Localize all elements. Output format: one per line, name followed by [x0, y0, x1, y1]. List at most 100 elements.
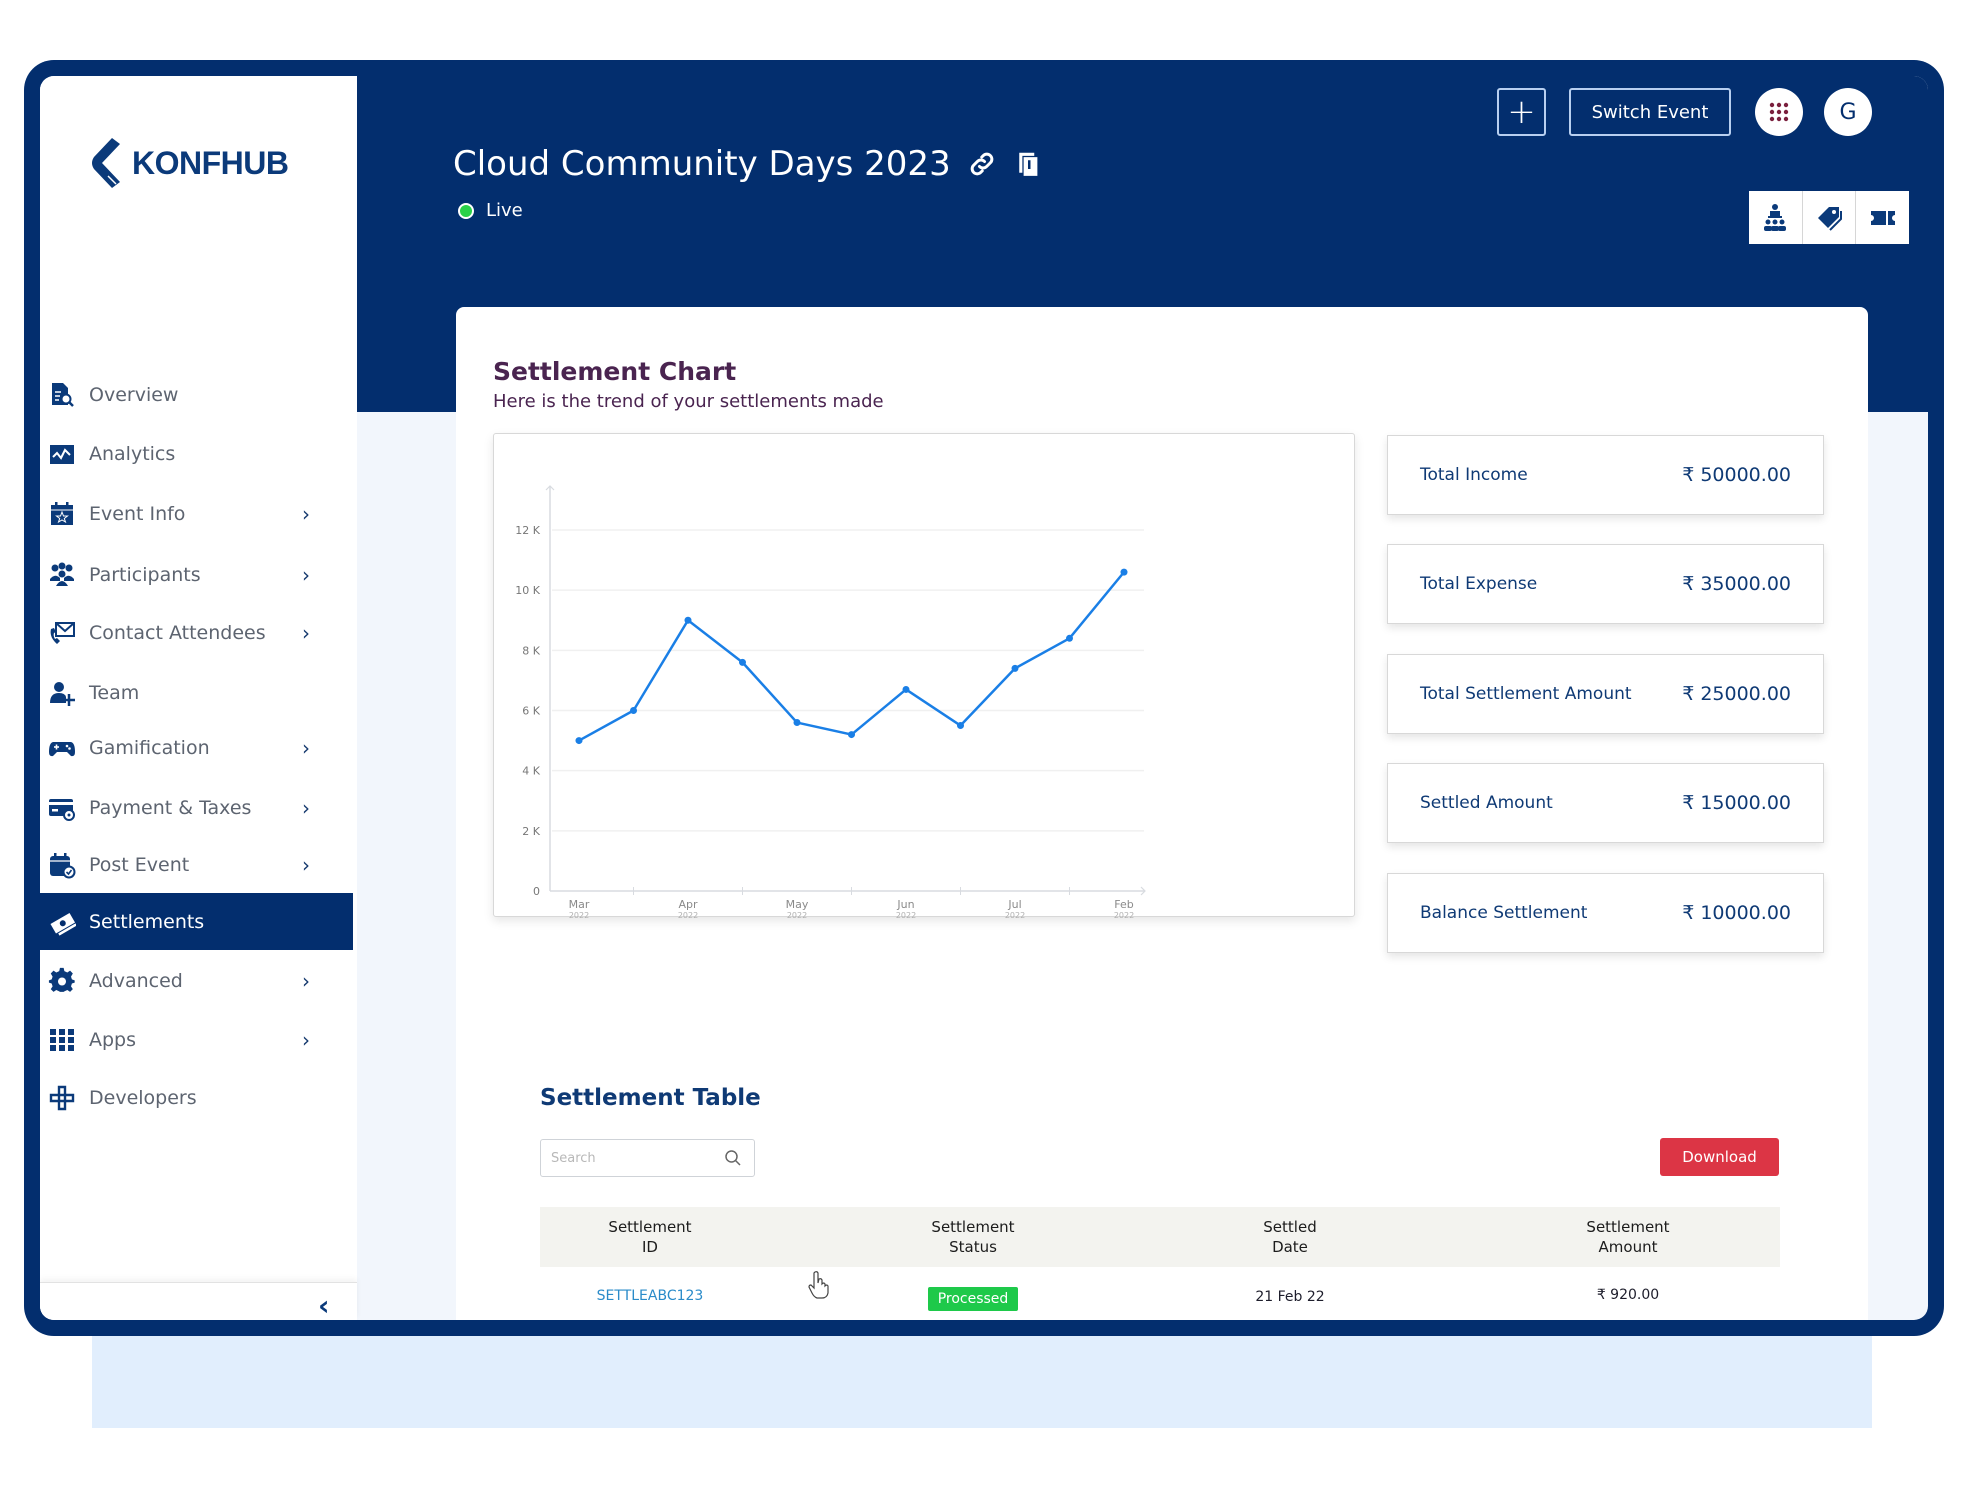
sidebar-item-label: Contact Attendees: [89, 621, 266, 644]
search-field[interactable]: [540, 1139, 755, 1177]
logo-text: KONFHUB: [132, 144, 289, 181]
x-tick-label-year: 2022: [569, 911, 589, 918]
ticket-icon: [1870, 210, 1895, 225]
settlement-id-link[interactable]: SETTLEABC123: [580, 1288, 720, 1304]
status-text: Live: [486, 200, 523, 221]
data-point: [630, 707, 637, 714]
stat-value: ₹ 25000.00: [1682, 683, 1791, 705]
stat-card-settled-amount: Settled Amount ₹ 15000.00: [1387, 763, 1824, 843]
analytics-icon: [48, 440, 76, 468]
speaker-audience-button[interactable]: [1749, 191, 1803, 244]
contact-icon: [48, 619, 76, 647]
sidebar-item-team[interactable]: Team: [40, 664, 353, 721]
app-window: KONFHUB Overview Analytics Event Info › Part…: [40, 76, 1928, 1320]
column-header[interactable]: Settlement Status: [903, 1217, 1043, 1257]
x-tick-label-month: Apr: [678, 898, 698, 911]
stat-label: Balance Settlement: [1420, 903, 1588, 923]
settlements-card: Settlement Chart Here is the trend of yo…: [456, 307, 1868, 1320]
search-input[interactable]: [551, 1150, 711, 1166]
event-title: Cloud Community Days 2023: [453, 144, 951, 184]
y-tick-label: 6 K: [522, 705, 540, 718]
stat-value: ₹ 15000.00: [1682, 792, 1791, 814]
sidebar-item-label: Participants: [89, 563, 201, 586]
speaker-audience-icon: [1764, 203, 1787, 231]
live-dot-icon: [458, 202, 474, 219]
stat-card-balance-settlement: Balance Settlement ₹ 10000.00: [1387, 873, 1824, 953]
payment-card-icon: [48, 794, 76, 822]
stat-label: Total Income: [1420, 465, 1528, 485]
gamepad-icon: [48, 734, 76, 762]
column-header[interactable]: Settled Date: [1220, 1217, 1360, 1257]
ticket-button[interactable]: [1856, 191, 1909, 244]
team-add-icon: [48, 679, 76, 707]
chart-title: Settlement Chart: [493, 357, 737, 386]
chevron-right-icon[interactable]: ›: [302, 563, 310, 587]
sidebar: KONFHUB Overview Analytics Event Info › Part…: [40, 76, 357, 1320]
sidebar-item-gamification[interactable]: Gamification ›: [40, 719, 353, 776]
series-line: [578, 571, 1125, 742]
background-band: [92, 1330, 1872, 1428]
quick-tools: [1749, 191, 1909, 244]
gear-icon: [48, 967, 76, 995]
column-header[interactable]: Settlement ID: [580, 1217, 720, 1257]
chevron-right-icon[interactable]: ›: [302, 502, 310, 526]
sidebar-item-settlements[interactable]: Settlements: [40, 893, 353, 950]
stat-value: ₹ 50000.00: [1682, 464, 1791, 486]
sidebar-item-developers[interactable]: Developers: [40, 1069, 353, 1126]
apps-menu-button[interactable]: [1755, 88, 1803, 136]
sidebar-item-participants[interactable]: Participants ›: [40, 546, 353, 603]
tags-button[interactable]: [1803, 191, 1857, 244]
copy-icon[interactable]: [1013, 149, 1043, 179]
chevron-right-icon[interactable]: ›: [302, 621, 310, 645]
x-tick-label-year: 2022: [896, 911, 916, 918]
sidebar-item-payment-taxes[interactable]: Payment & Taxes ›: [40, 779, 353, 836]
x-tick-label-year: 2022: [787, 911, 807, 918]
data-point: [1066, 634, 1073, 642]
chevron-right-icon[interactable]: ›: [302, 736, 310, 760]
settlement-id-text[interactable]: SETTLEABC123: [597, 1288, 704, 1304]
chevron-right-icon[interactable]: ›: [302, 1028, 310, 1052]
chevron-right-icon[interactable]: ›: [302, 853, 310, 877]
y-tick-label: 2 K: [522, 825, 540, 838]
apps-grid-icon: [48, 1026, 76, 1054]
collapse-sidebar-icon[interactable]: ‹: [318, 1292, 330, 1320]
sidebar-item-event-info[interactable]: Event Info ›: [40, 485, 353, 542]
chevron-right-icon[interactable]: ›: [302, 969, 310, 993]
link-icon[interactable]: [967, 149, 997, 179]
sidebar-item-label: Post Event: [89, 853, 190, 876]
y-tick-label: 0: [533, 885, 540, 898]
switch-event-button[interactable]: Switch Event: [1569, 88, 1731, 136]
sidebar-item-apps[interactable]: Apps ›: [40, 1011, 353, 1068]
sidebar-item-post-event[interactable]: Post Event ›: [40, 836, 353, 893]
download-button[interactable]: Download: [1660, 1138, 1779, 1176]
sidebar-item-overview[interactable]: Overview: [40, 366, 353, 423]
sidebar-item-label: Team: [89, 681, 140, 704]
sidebar-item-label: Advanced: [89, 969, 183, 992]
x-tick-label-month: Feb: [1114, 898, 1133, 911]
sidebar-item-label: Event Info: [89, 502, 186, 525]
logo[interactable]: KONFHUB: [90, 136, 289, 190]
data-point: [848, 731, 855, 739]
post-event-icon: [48, 851, 76, 879]
status-badge: Processed: [927, 1287, 1019, 1311]
chevron-right-icon[interactable]: ›: [302, 796, 310, 820]
search-icon[interactable]: [724, 1149, 742, 1167]
y-tick-label: 10 K: [515, 584, 540, 597]
x-tick-label-month: Jun: [896, 898, 914, 911]
konfhub-logo-icon: [92, 138, 120, 188]
avatar[interactable]: G: [1824, 88, 1872, 136]
column-header[interactable]: Settlement Amount: [1558, 1217, 1698, 1257]
settled-date: 21 Feb 22: [1255, 1289, 1325, 1305]
sidebar-item-contact-attendees[interactable]: Contact Attendees ›: [40, 604, 353, 661]
x-tick-label-month: May: [786, 898, 809, 911]
sidebar-item-label: Analytics: [89, 442, 176, 465]
sidebar-item-advanced[interactable]: Advanced ›: [40, 952, 353, 1009]
settlement-chart: 02 K4 K6 K8 K 10 K 12 K Mar 2022 Apr 2022 May 20…: [493, 433, 1355, 918]
data-point: [684, 616, 692, 624]
add-event-button[interactable]: +: [1497, 88, 1546, 136]
sidebar-item-label: Overview: [89, 383, 179, 406]
table-row[interactable]: SETTLEABC123 Processed 21 Feb 22 ₹ 920.00: [540, 1267, 1780, 1320]
settlements-money-icon: [48, 908, 76, 936]
sidebar-item-analytics[interactable]: Analytics: [40, 425, 353, 482]
data-point: [575, 737, 583, 745]
